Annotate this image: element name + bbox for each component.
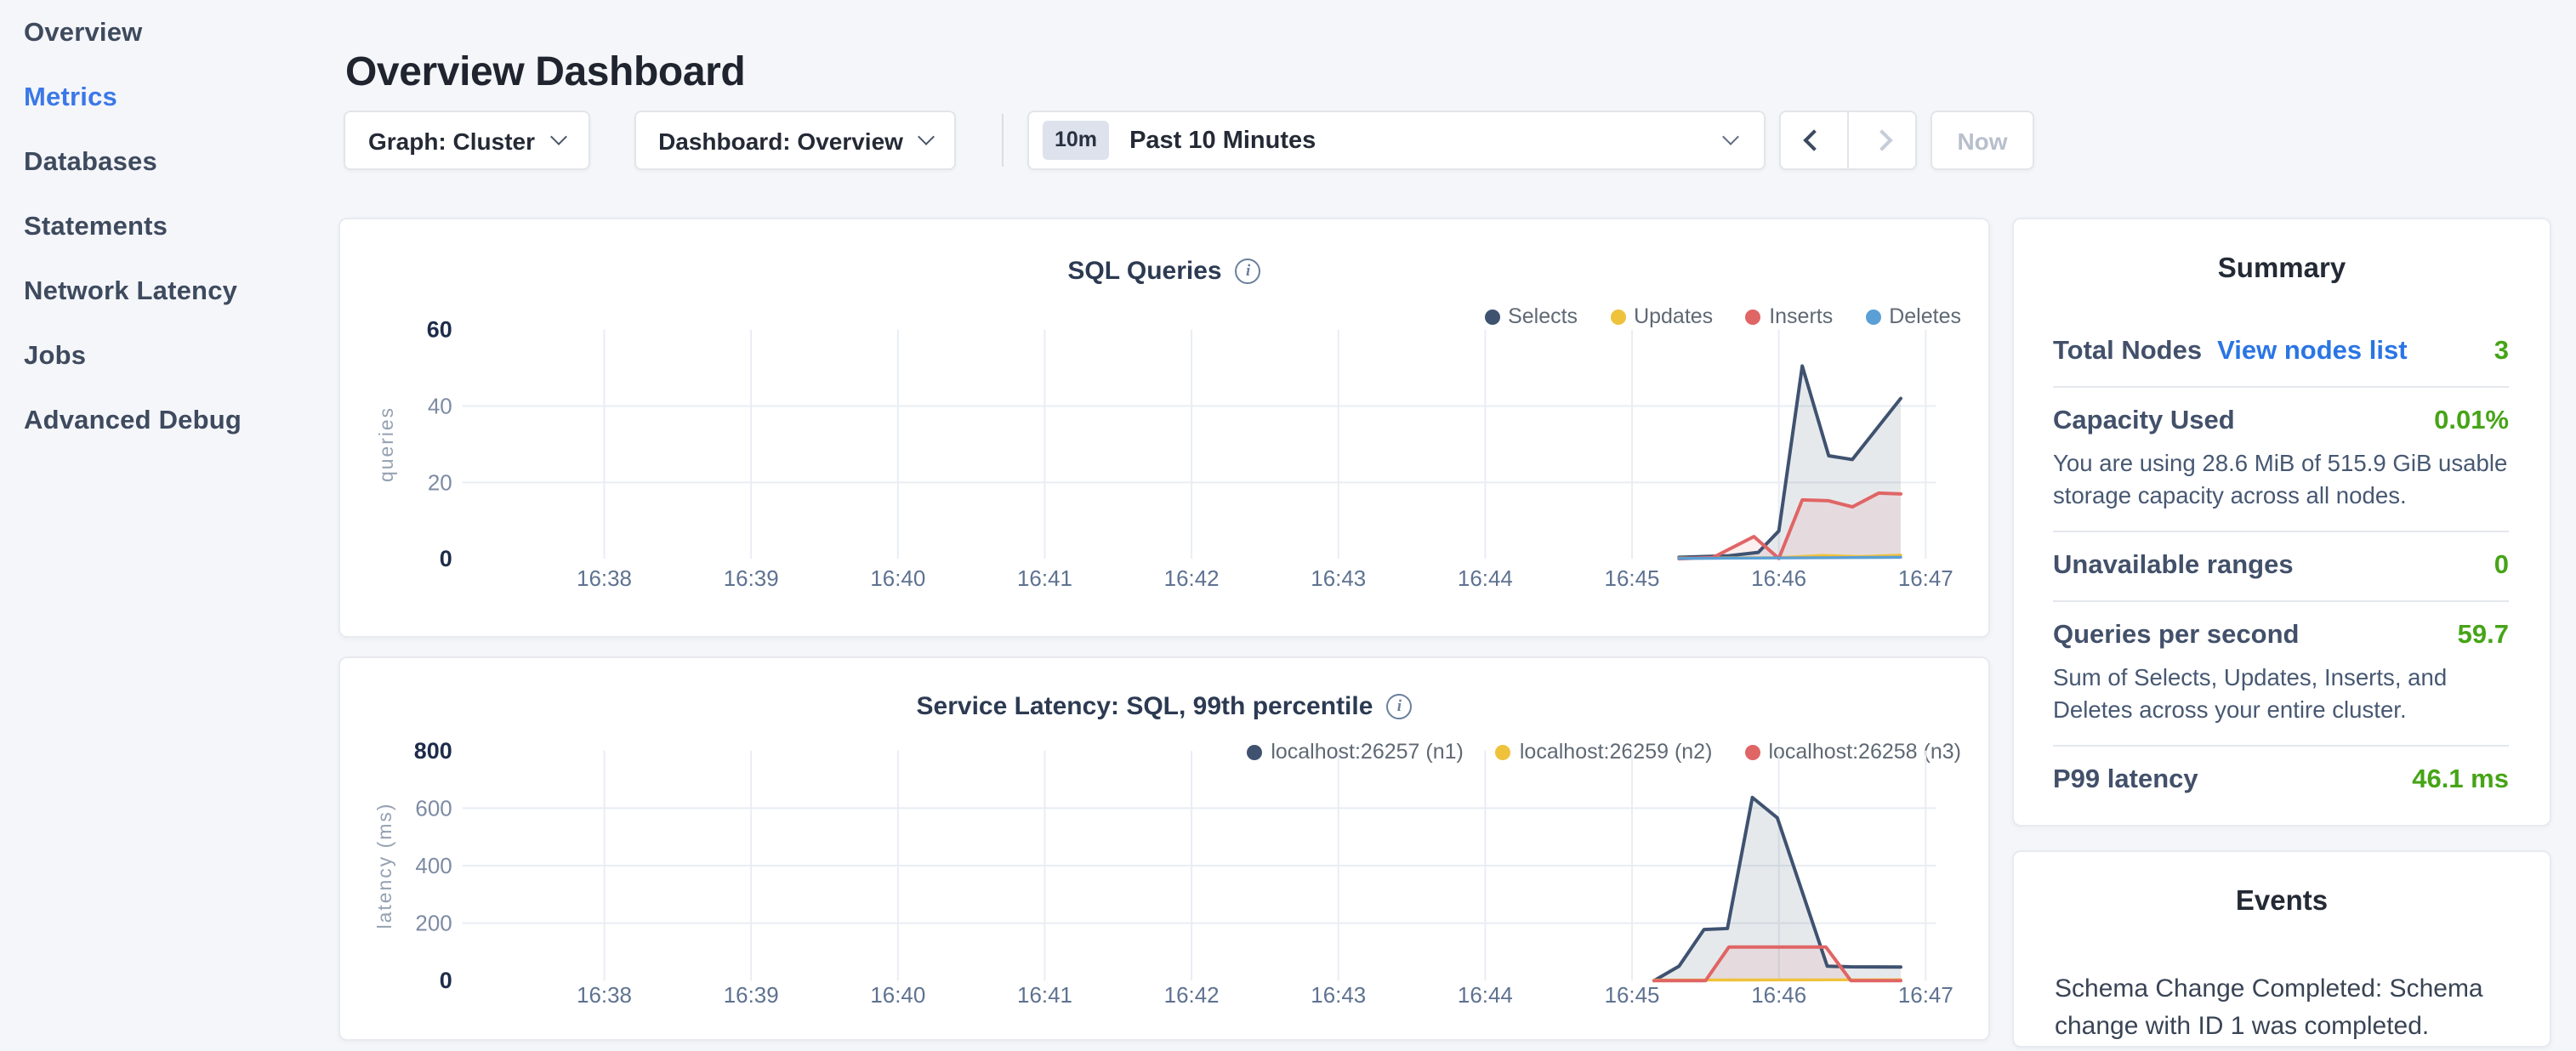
sidebar-item-jobs[interactable]: Jobs bbox=[0, 325, 338, 389]
sql-queries-chart-panel: SQL Queries i SelectsUpdatesInsertsDelet… bbox=[338, 218, 1990, 638]
svg-text:16:46: 16:46 bbox=[1751, 984, 1806, 1008]
svg-text:0: 0 bbox=[440, 968, 452, 993]
chevron-left-icon bbox=[1803, 129, 1824, 151]
events-title: Events bbox=[2014, 852, 2550, 951]
summary-row-label: Total Nodes bbox=[2053, 337, 2202, 367]
controls-divider bbox=[1002, 114, 1004, 167]
view-nodes-list-link[interactable]: View nodes list bbox=[2217, 337, 2407, 367]
summary-row-label: Capacity Used bbox=[2053, 406, 2235, 437]
svg-text:400: 400 bbox=[415, 855, 452, 878]
summary-row-head: P99 latency 46.1 ms bbox=[2053, 765, 2509, 796]
event-text: Schema Change Completed: Schema change w… bbox=[2014, 971, 2550, 1046]
chevron-down-icon bbox=[549, 128, 566, 145]
summary-body: Total Nodes View nodes list 3 Capacity Used… bbox=[2014, 318, 2550, 815]
svg-text:0: 0 bbox=[440, 546, 452, 571]
summary-row-head: Queries per second 59.7 bbox=[2053, 621, 2509, 651]
summary-row-head: Total Nodes View nodes list 3 bbox=[2053, 337, 2509, 367]
event-timestamp: May 13, 2020 at 4:45 PM bbox=[2014, 1046, 2550, 1048]
chevron-down-icon bbox=[1722, 128, 1739, 145]
sidebar-item-statements[interactable]: Statements bbox=[0, 196, 338, 260]
events-body: Schema Change Completed: Schema change w… bbox=[2014, 971, 2550, 1048]
svg-text:40: 40 bbox=[428, 395, 452, 419]
time-range-selector[interactable]: 10m Past 10 Minutes bbox=[1027, 111, 1766, 170]
sidebar-item-overview[interactable]: Overview bbox=[0, 2, 338, 66]
svg-text:16:39: 16:39 bbox=[724, 567, 779, 591]
sidebar-item-databases[interactable]: Databases bbox=[0, 131, 338, 196]
summary-row-subtext: Sum of Selects, Updates, Inserts, and De… bbox=[2053, 662, 2509, 726]
summary-row: Unavailable ranges 0 bbox=[2053, 532, 2509, 600]
chevron-down-icon bbox=[918, 128, 935, 145]
app-viewport: OverviewMetricsDatabasesStatementsNetwor… bbox=[0, 0, 2576, 1051]
svg-text:16:46: 16:46 bbox=[1751, 567, 1806, 591]
svg-text:16:42: 16:42 bbox=[1164, 567, 1220, 591]
svg-text:16:44: 16:44 bbox=[1458, 984, 1513, 1008]
chevron-right-icon bbox=[1871, 129, 1892, 151]
svg-text:16:43: 16:43 bbox=[1311, 567, 1366, 591]
svg-text:16:41: 16:41 bbox=[1017, 567, 1072, 591]
summary-row-value: 59.7 bbox=[2458, 621, 2509, 651]
svg-text:16:40: 16:40 bbox=[870, 567, 925, 591]
events-panel: Events Schema Change Completed: Schema c… bbox=[2012, 850, 2551, 1048]
sidebar-nav: OverviewMetricsDatabasesStatementsNetwor… bbox=[0, 0, 338, 454]
dashboard-dropdown[interactable]: Dashboard: Overview bbox=[634, 111, 956, 170]
summary-row-label: Queries per second bbox=[2053, 621, 2299, 651]
summary-row-value: 0.01% bbox=[2434, 406, 2509, 437]
svg-text:16:38: 16:38 bbox=[577, 984, 632, 1008]
summary-row-label: Unavailable ranges bbox=[2053, 551, 2294, 582]
sidebar-item-metrics[interactable]: Metrics bbox=[0, 66, 338, 131]
summary-row: Total Nodes View nodes list 3 bbox=[2053, 318, 2509, 386]
svg-text:200: 200 bbox=[415, 912, 452, 936]
svg-text:16:44: 16:44 bbox=[1458, 567, 1513, 591]
summary-row: Capacity Used 0.01% You are using 28.6 MiB… bbox=[2053, 388, 2509, 531]
sidebar-item-advanced-debug[interactable]: Advanced Debug bbox=[0, 389, 338, 454]
svg-text:16:41: 16:41 bbox=[1017, 984, 1072, 1008]
summary-row-label: P99 latency bbox=[2053, 765, 2198, 796]
svg-text:latency (ms): latency (ms) bbox=[373, 803, 395, 929]
service-latency-chart-panel: Service Latency: SQL, 99th percentile i … bbox=[338, 656, 1990, 1041]
summary-row: P99 latency 46.1 ms bbox=[2053, 747, 2509, 815]
time-step-buttons bbox=[1779, 111, 1917, 170]
time-step-back-button[interactable] bbox=[1781, 112, 1849, 168]
dashboard-dropdown-label: Dashboard: Overview bbox=[658, 127, 903, 154]
summary-row: Queries per second 59.7 Sum of Selects, Up… bbox=[2053, 602, 2509, 745]
svg-text:16:40: 16:40 bbox=[870, 984, 925, 1008]
time-range-label: Past 10 Minutes bbox=[1129, 127, 1316, 154]
sidebar-item-network-latency[interactable]: Network Latency bbox=[0, 260, 338, 325]
summary-row-head: Unavailable ranges 0 bbox=[2053, 551, 2509, 582]
graph-dropdown[interactable]: Graph: Cluster bbox=[343, 111, 589, 170]
svg-text:16:45: 16:45 bbox=[1605, 567, 1660, 591]
svg-text:16:43: 16:43 bbox=[1311, 984, 1366, 1008]
now-button[interactable]: Now bbox=[1931, 111, 2034, 170]
svg-text:16:38: 16:38 bbox=[577, 567, 632, 591]
time-step-forward-button[interactable] bbox=[1849, 112, 1915, 168]
sql-queries-plot[interactable]: 0 20 40 60 16:38 16:39 16:40 16:41 16:42 16:43 16:… bbox=[340, 219, 1988, 639]
svg-text:16:47: 16:47 bbox=[1898, 984, 1953, 1008]
svg-text:16:42: 16:42 bbox=[1164, 984, 1220, 1008]
svg-text:60: 60 bbox=[427, 317, 452, 343]
summary-panel: Summary Total Nodes View nodes list 3 Capac… bbox=[2012, 218, 2551, 827]
summary-title: Summary bbox=[2014, 219, 2550, 318]
summary-row-value: 46.1 ms bbox=[2412, 765, 2509, 796]
summary-row-head: Capacity Used 0.01% bbox=[2053, 406, 2509, 437]
service-latency-plot[interactable]: 0 200 400 600 800 16:38 16:39 16:40 16:41 16:42 16… bbox=[340, 658, 1988, 1042]
summary-row-value: 3 bbox=[2494, 337, 2509, 367]
svg-text:600: 600 bbox=[415, 797, 452, 821]
svg-text:20: 20 bbox=[428, 471, 452, 495]
summary-row-subtext: You are using 28.6 MiB of 515.9 GiB usab… bbox=[2053, 447, 2509, 512]
time-range-badge: 10m bbox=[1043, 122, 1109, 160]
svg-text:16:45: 16:45 bbox=[1605, 984, 1660, 1008]
svg-text:queries: queries bbox=[375, 406, 397, 482]
graph-dropdown-label: Graph: Cluster bbox=[368, 127, 535, 154]
svg-text:16:47: 16:47 bbox=[1898, 567, 1953, 591]
summary-row-value: 0 bbox=[2494, 551, 2509, 582]
svg-text:800: 800 bbox=[414, 738, 452, 764]
svg-text:16:39: 16:39 bbox=[724, 984, 779, 1008]
page-title: Overview Dashboard bbox=[345, 49, 745, 97]
